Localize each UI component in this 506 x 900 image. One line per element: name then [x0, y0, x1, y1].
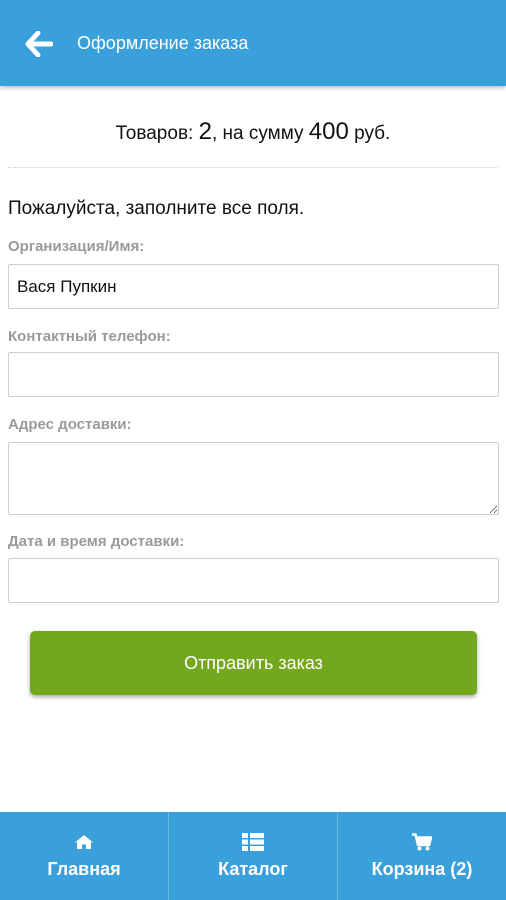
bottom-nav: Главная Каталог Корзина (2)	[0, 812, 506, 900]
submit-order-button[interactable]: Отправить заказ	[30, 631, 477, 695]
summary-prefix: Товаров:	[115, 123, 199, 144]
app-header: Оформление заказа	[0, 0, 506, 86]
item-count: 2	[198, 118, 212, 145]
order-summary: Товаров: 2, на сумму 400 руб.	[8, 118, 498, 146]
nav-catalog[interactable]: Каталог	[168, 812, 337, 900]
delivery-time-input[interactable]	[8, 558, 499, 603]
back-button[interactable]	[22, 28, 56, 60]
phone-label: Контактный телефон:	[8, 328, 171, 345]
delivery-time-label: Дата и время доставки:	[8, 533, 185, 550]
address-input[interactable]	[8, 442, 499, 515]
list-icon	[242, 832, 264, 851]
nav-home-label: Главная	[47, 858, 121, 879]
summary-middle: , на сумму	[211, 123, 309, 144]
order-amount: 400	[308, 118, 349, 145]
nav-home[interactable]: Главная	[0, 812, 168, 900]
nav-catalog-label: Каталог	[218, 858, 288, 879]
nav-cart[interactable]: Корзина (2)	[337, 812, 506, 900]
name-input[interactable]	[8, 264, 499, 309]
home-icon	[74, 833, 94, 851]
phone-input[interactable]	[8, 352, 499, 397]
cart-icon	[412, 832, 432, 851]
address-label: Адрес доставки:	[8, 416, 132, 433]
page-title: Оформление заказа	[77, 33, 249, 53]
summary-suffix: руб.	[348, 123, 391, 144]
divider	[8, 167, 498, 168]
form-intro: Пожалуйста, заполните все поля.	[8, 198, 305, 219]
arrow-left-icon	[25, 31, 53, 57]
nav-cart-label: Корзина (2)	[371, 858, 473, 879]
name-label: Организация/Имя:	[8, 238, 145, 255]
